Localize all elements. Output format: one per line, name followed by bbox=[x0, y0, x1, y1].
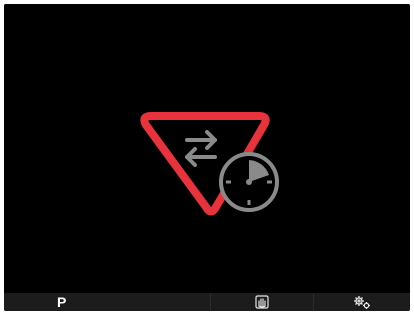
mode-label: P bbox=[57, 294, 67, 310]
mode-indicator[interactable]: P bbox=[4, 293, 211, 311]
gear-icon bbox=[354, 296, 370, 309]
exchange-arrows-icon bbox=[185, 130, 217, 167]
hand-icon bbox=[255, 295, 269, 309]
status-bar: P bbox=[4, 293, 410, 311]
hand-button[interactable] bbox=[211, 293, 314, 311]
exchange-clock-warning-icon bbox=[140, 112, 279, 216]
clock-icon bbox=[219, 152, 279, 212]
display-screen: P bbox=[4, 4, 410, 311]
main-display bbox=[4, 4, 410, 293]
settings-button[interactable] bbox=[314, 293, 410, 311]
